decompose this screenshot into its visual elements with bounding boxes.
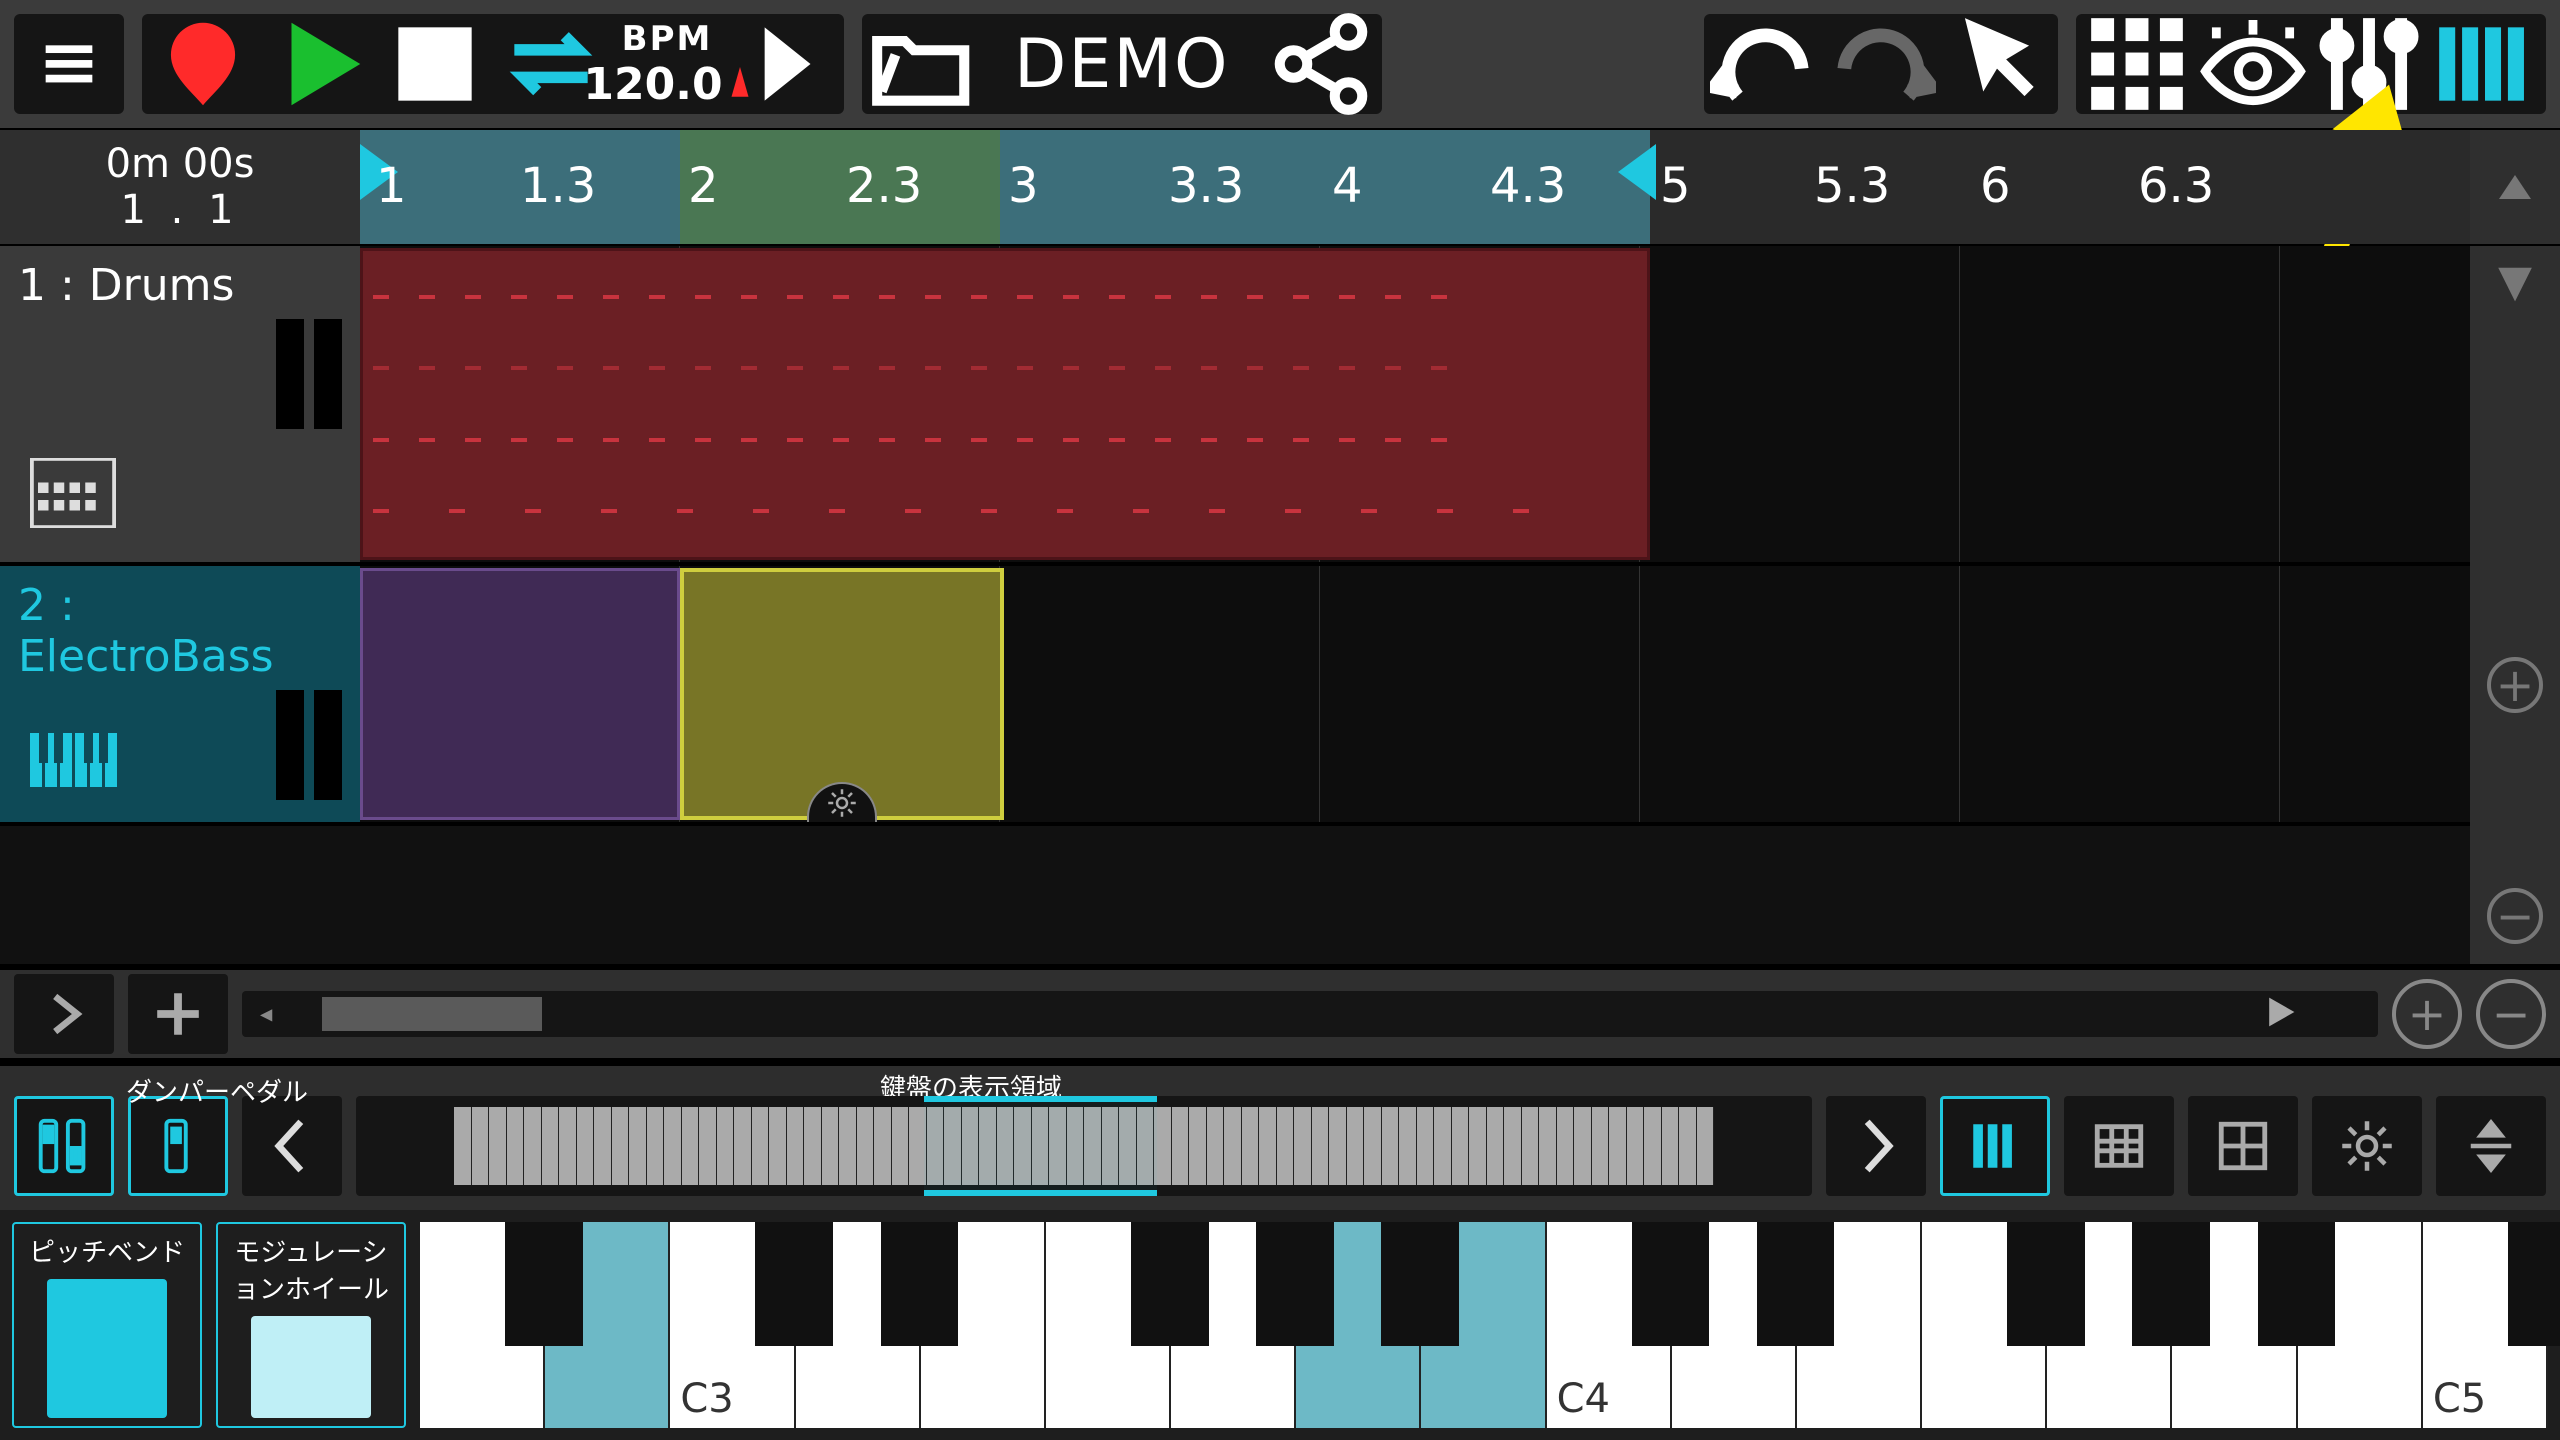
keyboard-toggle-button[interactable] (2430, 20, 2540, 108)
damper-pedal-label: ダンパーペダル (126, 1072, 308, 1109)
black-key[interactable] (2132, 1222, 2210, 1346)
scrollbar-thumb[interactable] (322, 997, 542, 1031)
project-title[interactable]: DEMO (984, 25, 1260, 104)
black-key[interactable] (755, 1222, 833, 1346)
keys-icon (30, 732, 120, 792)
pitch-bend-wheel[interactable] (47, 1279, 167, 1418)
horizontal-scrollbar[interactable]: ◀ (242, 991, 2378, 1037)
track-side-column: ▼ + − (2470, 246, 2560, 964)
add-button[interactable] (128, 974, 228, 1054)
expand-button[interactable] (14, 974, 114, 1054)
top-toolbar: BPM 120.0 DEMO (0, 0, 2560, 130)
zoom-out-horizontal-button[interactable]: − (2476, 979, 2546, 1049)
transport-position[interactable]: 0m 00s 1 . 1 (0, 130, 360, 244)
pedal-mode-a-button[interactable] (14, 1096, 114, 1196)
edit-group (1704, 14, 2058, 114)
view-group (2076, 14, 2546, 114)
menu-button[interactable] (14, 14, 124, 114)
mod-wheel-box: モジュレーションホイール (216, 1222, 406, 1428)
bass-clip-b-selected[interactable] (680, 568, 1004, 820)
scroll-down-icon[interactable]: ▼ (2498, 256, 2532, 307)
bpm-value: 120.0 (583, 59, 722, 110)
track-header-drums[interactable]: 1 : Drums (0, 246, 360, 562)
redo-button[interactable] (1826, 20, 1936, 108)
black-key[interactable] (2258, 1222, 2336, 1346)
zoom-in-horizontal-button[interactable]: + (2392, 979, 2462, 1049)
timeline-ruler[interactable]: 1 1.3 2 2.3 3 3.3 4 4.3 5 5.3 6 6.3 (360, 130, 2470, 244)
bpm-label: BPM (622, 19, 713, 59)
pitch-bend-box: ピッチベンド (12, 1222, 202, 1428)
mixer-button[interactable] (2314, 20, 2424, 108)
pointer-tool-button[interactable] (1942, 20, 2052, 108)
black-key[interactable] (881, 1222, 959, 1346)
keyboard-area: ピッチベンド モジュレーションホイール C3C4C5 (0, 1210, 2560, 1440)
position-label: 1 . 1 (120, 187, 239, 233)
piano-keyboard[interactable]: C3C4C5 (420, 1222, 2548, 1428)
track-area: 1 : Drums (0, 246, 2560, 964)
black-key[interactable] (1256, 1222, 1334, 1346)
track-lane-bass[interactable] (360, 566, 2470, 822)
time-label: 0m 00s (106, 141, 255, 187)
share-button[interactable] (1266, 20, 1376, 108)
modulation-wheel[interactable] (251, 1316, 371, 1418)
eye-view-button[interactable] (2198, 20, 2308, 108)
app-root: BPM 120.0 DEMO (0, 0, 2560, 1440)
stop-button[interactable] (380, 20, 490, 108)
ruler-row: 0m 00s 1 . 1 1 1.3 2 2.3 3 3.3 4 4.3 5 5… (0, 130, 2560, 246)
ruler-scroll-up[interactable] (2470, 130, 2560, 244)
clip-settings-button[interactable] (807, 782, 877, 822)
mini-keyboard-overview[interactable] (356, 1096, 1812, 1196)
black-key[interactable] (1381, 1222, 1459, 1346)
project-group: DEMO (862, 14, 1382, 114)
black-key[interactable] (505, 1222, 583, 1346)
open-folder-button[interactable] (868, 20, 978, 108)
split-resize-button[interactable] (2436, 1096, 2546, 1196)
zoom-in-vertical-button[interactable]: + (2487, 657, 2543, 713)
black-key[interactable] (1131, 1222, 1209, 1346)
bpm-display[interactable]: BPM 120.0 (612, 20, 722, 108)
keyboard-control-row: ダンパーペダル 鍵盤の表示領域 (0, 1064, 2560, 1210)
keyboard-settings-button[interactable] (2312, 1096, 2422, 1196)
octave-up-button[interactable] (1826, 1096, 1926, 1196)
pedal-mode-b-button[interactable] (128, 1096, 228, 1196)
chord-mode-button[interactable] (2064, 1096, 2174, 1196)
record-button[interactable] (148, 20, 258, 108)
track-lane-drums[interactable] (360, 246, 2470, 562)
grid-view-button[interactable] (2082, 20, 2192, 108)
transport-group: BPM 120.0 (142, 14, 844, 114)
next-button[interactable] (728, 20, 838, 108)
black-key[interactable] (1757, 1222, 1835, 1346)
zoom-out-vertical-button[interactable]: − (2487, 888, 2543, 944)
horizontal-scroll-strip: ◀ + − (0, 964, 2560, 1064)
octave-down-button[interactable] (242, 1096, 342, 1196)
track-header-bass[interactable]: 2 : ElectroBass (0, 566, 360, 822)
drum-clip[interactable] (360, 248, 1650, 560)
black-key[interactable] (2007, 1222, 2085, 1346)
keyboard-mode-button[interactable] (1940, 1096, 2050, 1196)
black-key[interactable] (2508, 1222, 2560, 1346)
bass-clip-a[interactable] (360, 568, 680, 820)
black-key[interactable] (1632, 1222, 1710, 1346)
pad-mode-button[interactable] (2188, 1096, 2298, 1196)
play-button[interactable] (264, 20, 374, 108)
undo-button[interactable] (1710, 20, 1820, 108)
drum-machine-icon (30, 458, 116, 532)
